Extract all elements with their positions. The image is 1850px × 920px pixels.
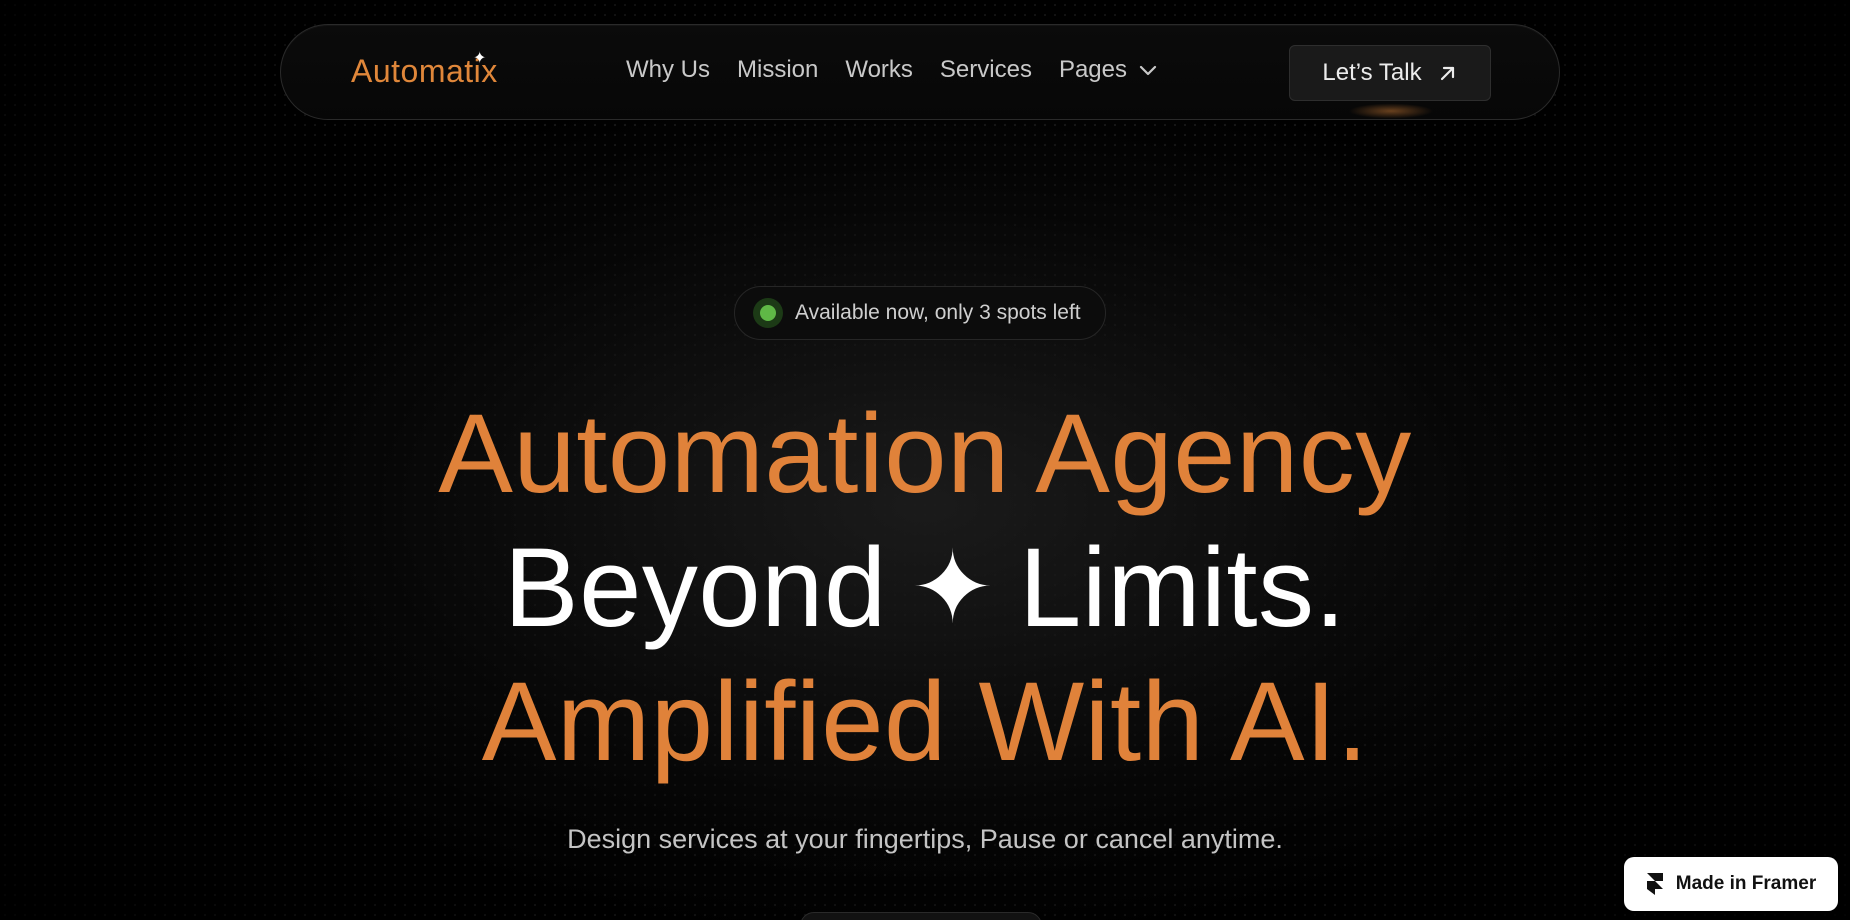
made-in-framer-badge[interactable]: Made in Framer — [1624, 857, 1838, 911]
nav-dropdown-pages[interactable]: Pages — [1059, 58, 1157, 82]
cta-glow — [1331, 99, 1451, 123]
status-dot-icon — [753, 298, 783, 328]
made-in-framer-label: Made in Framer — [1675, 873, 1817, 894]
headline-limits: Limits. — [1019, 525, 1347, 650]
nav-link-works[interactable]: Works — [845, 58, 913, 82]
availability-badge: Available now, only 3 spots left — [734, 286, 1106, 340]
hero-subtitle: Design services at your fingertips, Paus… — [567, 824, 1283, 854]
headline-line-3: Amplified With AI. — [481, 659, 1369, 784]
nav-link-services[interactable]: Services — [940, 58, 1032, 82]
availability-text: Available now, only 3 spots left — [795, 301, 1081, 324]
nav-link-why-us[interactable]: Why Us — [626, 58, 710, 82]
nav-links: Why Us Mission Works Services Pages — [626, 58, 1157, 82]
top-navbar: Automatix ✦ Why Us Mission Works Service… — [280, 24, 1560, 123]
nav-link-pages-label: Pages — [1058, 56, 1128, 83]
status-dot-inner — [760, 305, 776, 321]
sparkle-icon: ✦ — [910, 532, 996, 644]
logo-sparkle-icon: ✦ — [473, 50, 487, 67]
nav-link-mission[interactable]: Mission — [737, 58, 818, 82]
headline-beyond: Beyond — [503, 525, 887, 650]
arrow-up-right-icon — [1440, 66, 1454, 81]
framer-icon — [1646, 873, 1663, 895]
hero-button-partial[interactable] — [800, 912, 1042, 920]
headline-line-2: Beyond ✦ Limits. — [0, 532, 1850, 644]
headline-line-1: Automation Agency — [438, 391, 1412, 516]
lets-talk-button[interactable]: Let’s Talk — [1289, 45, 1491, 101]
chevron-down-icon — [1139, 65, 1157, 76]
lets-talk-label: Let’s Talk — [1322, 59, 1422, 86]
